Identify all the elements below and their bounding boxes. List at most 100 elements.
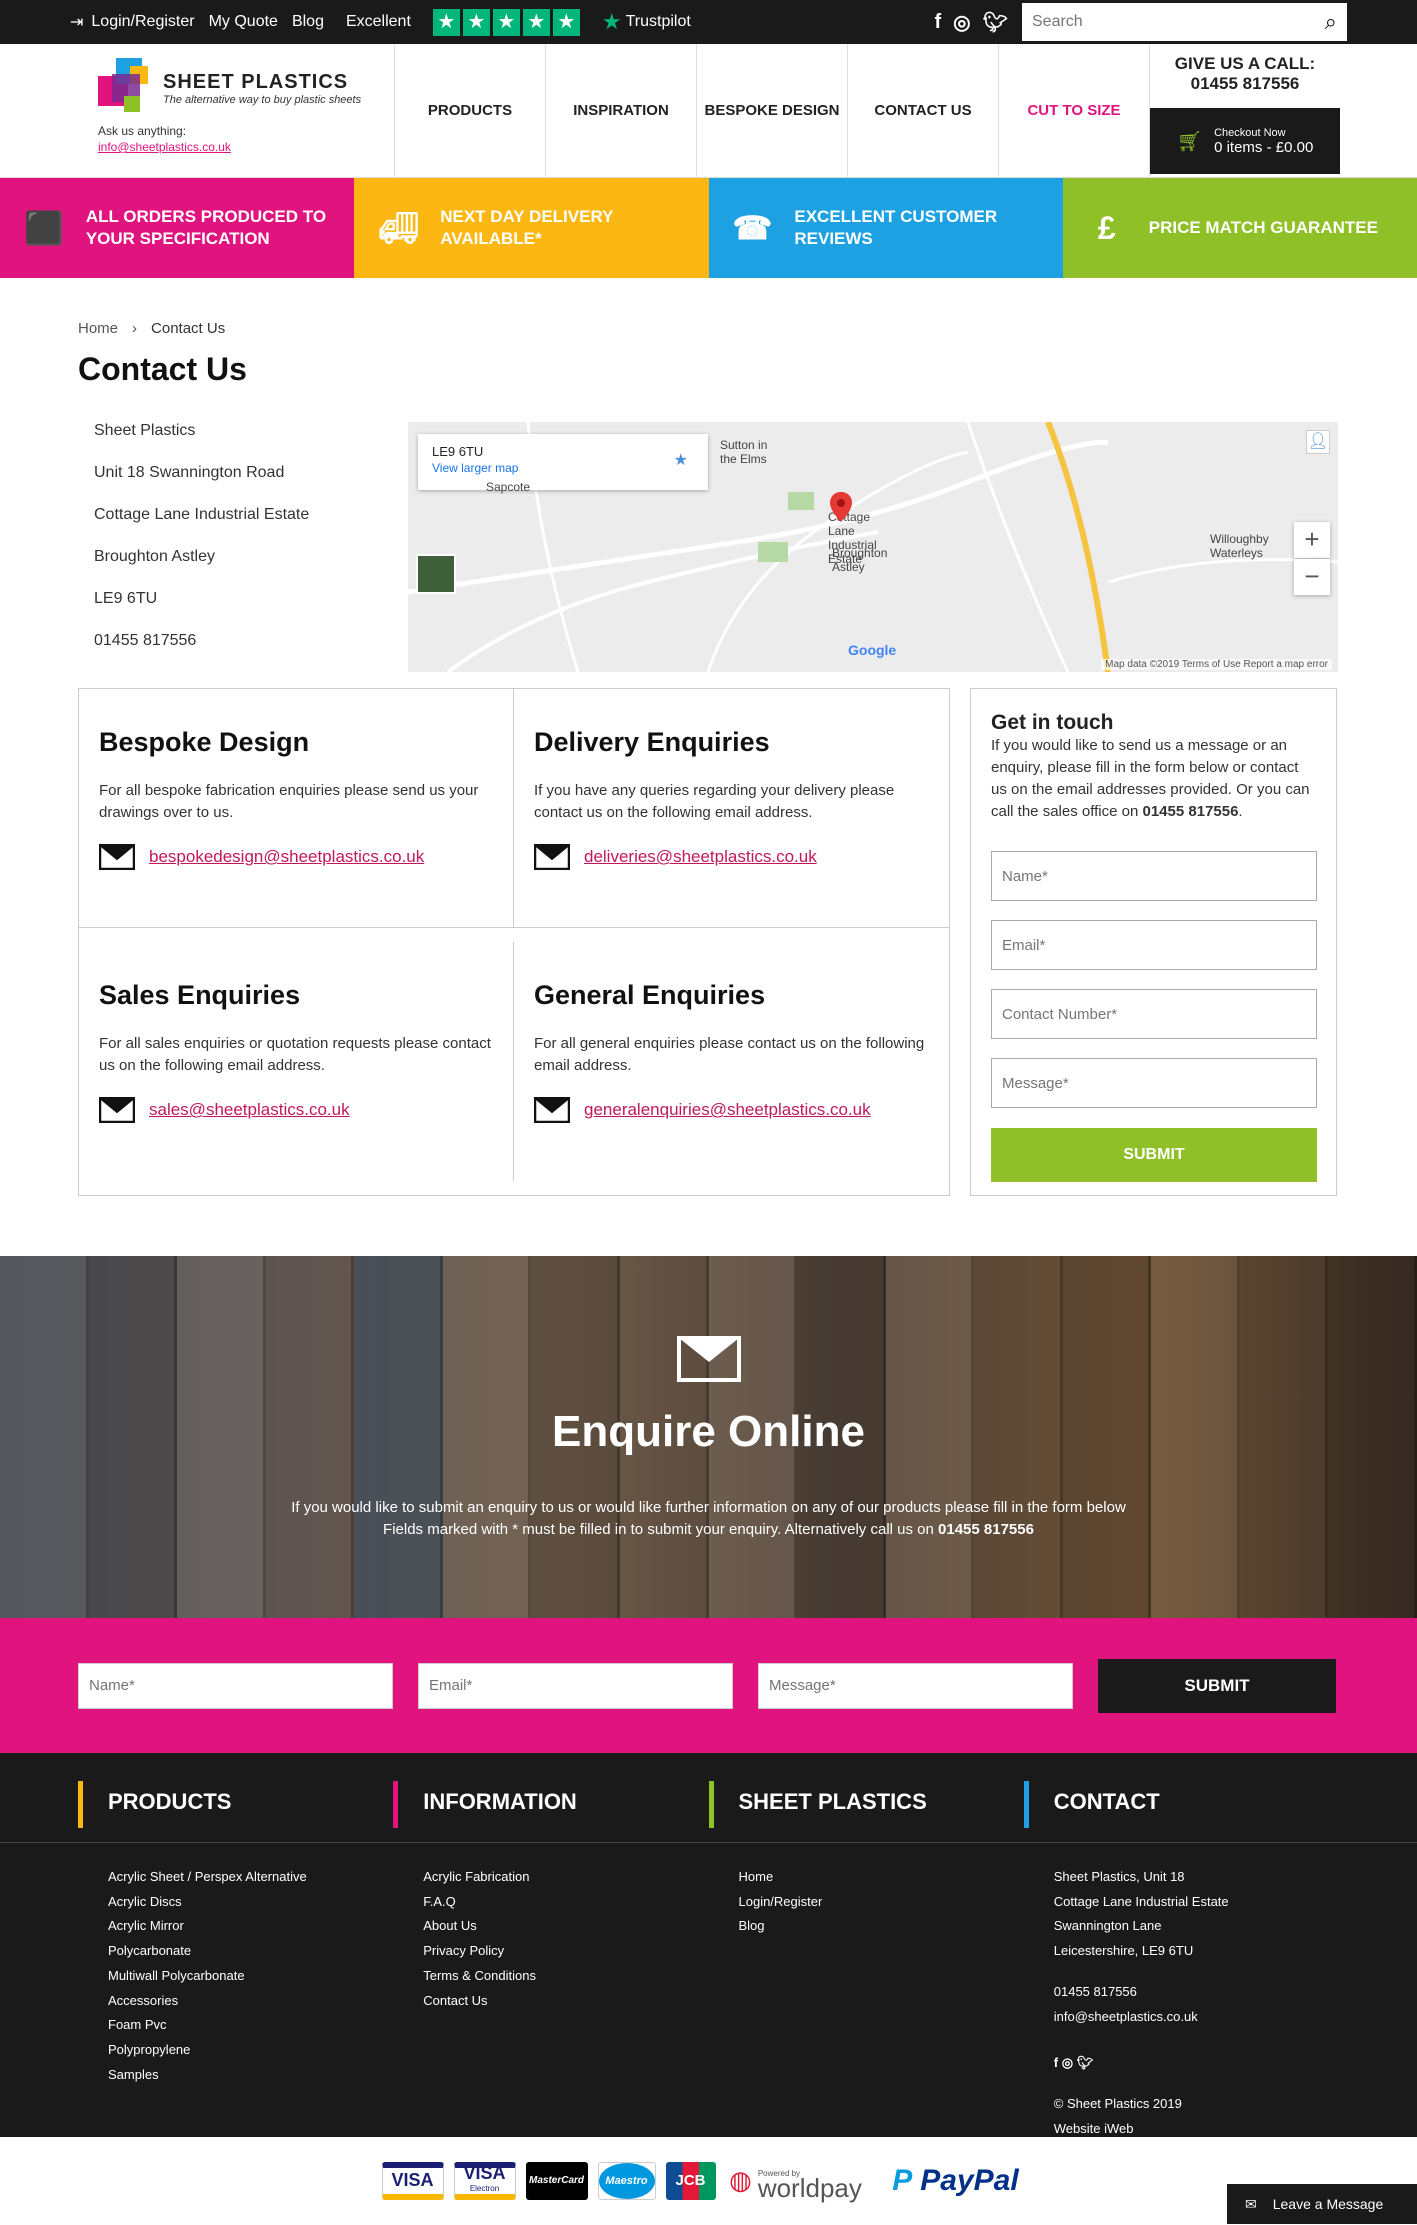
breadcrumb-home[interactable]: Home (78, 320, 118, 337)
blog-link[interactable]: Blog (292, 13, 324, 31)
map-footer[interactable]: Map data ©2019 Terms of Use Report a map… (1101, 659, 1332, 670)
view-larger-map-link[interactable]: View larger map (432, 461, 518, 475)
star-icon: ★ (432, 8, 460, 36)
worldpay-label: worldpay (757, 2172, 862, 2203)
enquiry-text: For all general enquiries please contact… (534, 1035, 925, 1074)
zoom-in-button[interactable]: + (1294, 522, 1330, 558)
usp-reviews: ☎ EXCELLENT CUSTOMER REVIEWS (708, 178, 1063, 278)
email-link[interactable]: generalenquiries@sheetplastics.co.uk (584, 1100, 871, 1120)
footer-link[interactable]: Polycarbonate (108, 1939, 393, 1964)
save-star-icon[interactable]: ★ (674, 450, 688, 470)
star-icon: ★ (462, 8, 490, 36)
visa-logo: VISA (381, 2161, 444, 2200)
quick-message-field[interactable] (758, 1662, 1073, 1709)
leave-message-button[interactable]: ✉ Leave a Message (1227, 2184, 1417, 2224)
trustpilot-stars[interactable]: ★ ★ ★ ★ ★ (432, 8, 580, 36)
map-label: Willoughby Waterleys (1210, 532, 1269, 560)
footer-link[interactable]: Acrylic Sheet / Perspex Alternative (108, 1865, 393, 1890)
footer-link[interactable]: Terms & Conditions (423, 1964, 708, 1989)
my-quote-link[interactable]: My Quote (209, 13, 278, 31)
enquiry-card-delivery: Delivery Enquiries If you have any queri… (514, 689, 949, 928)
quick-name-field[interactable] (78, 1662, 393, 1709)
submit-button[interactable]: SUBMIT (991, 1128, 1317, 1182)
email-link[interactable]: bespokedesign@sheetplastics.co.uk (149, 847, 424, 867)
nav-inspiration[interactable]: INSPIRATION (546, 44, 697, 177)
map-pin-icon[interactable] (830, 492, 852, 522)
footer-phone[interactable]: 01455 817556 (1054, 1980, 1339, 2005)
instagram-icon[interactable]: ◎ (953, 10, 970, 35)
facebook-icon[interactable]: f (1054, 2055, 1058, 2070)
footer-link[interactable]: Login/Register (739, 1890, 1024, 1915)
twitter-icon[interactable]: 🐦︎ (983, 10, 1008, 35)
quick-enquiry-form: SUBMIT (0, 1618, 1417, 1753)
footer-address: Cottage Lane Industrial Estate (1053, 1893, 1229, 1909)
footer-link[interactable]: Home (739, 1865, 1024, 1890)
email-link[interactable]: deliveries@sheetplastics.co.uk (584, 847, 817, 867)
nav-products[interactable]: PRODUCTS (395, 44, 546, 177)
satellite-toggle[interactable] (416, 554, 456, 594)
zoom-out-button[interactable]: − (1294, 559, 1330, 595)
address-line: Cottage Lane Industrial Estate (94, 506, 310, 523)
footer-link[interactable]: Privacy Policy (423, 1939, 708, 1964)
envelope-icon (99, 844, 135, 870)
ask-label: Ask us anything: (98, 124, 187, 138)
footer-link[interactable]: Polypropylene (108, 2038, 393, 2063)
login-link[interactable]: ⇥ Login/Register (70, 12, 195, 32)
jcb-logo: JCB (665, 2161, 716, 2200)
footer-link[interactable]: F.A.Q (423, 1890, 708, 1915)
twitter-icon[interactable]: 🐦︎ (1077, 2055, 1094, 2070)
footer-link[interactable]: About Us (423, 1914, 708, 1939)
enquiries-grid: Bespoke Design For all bespoke fabricati… (78, 688, 950, 1196)
nav-cut-to-size[interactable]: CUT TO SIZE (999, 44, 1150, 177)
footer-link[interactable]: Accessories (108, 1989, 393, 2014)
address-line: Sheet Plastics (94, 422, 196, 439)
footer-link[interactable]: Acrylic Discs (108, 1890, 393, 1915)
facebook-icon[interactable]: f (934, 11, 941, 34)
leave-message-label: Leave a Message (1272, 2196, 1384, 2212)
enquire-online-line: If you would like to submit an enquiry t… (291, 1499, 1126, 1516)
enquire-online-line: Fields marked with * must be filled in t… (383, 1521, 934, 1538)
usp-specification: ⬛ ALL ORDERS PRODUCED TO YOUR SPECIFICAT… (0, 178, 355, 278)
get-in-touch-title: Get in touch (991, 711, 1114, 734)
instagram-icon[interactable]: ◎ (1062, 2055, 1073, 2070)
enquiry-title: Delivery Enquiries (534, 727, 770, 757)
page-title: Contact Us (78, 351, 247, 387)
footer-email[interactable]: info@sheetplastics.co.uk (1054, 2005, 1339, 2030)
quick-email-field[interactable] (418, 1662, 733, 1709)
quick-submit-button[interactable]: SUBMIT (1098, 1658, 1336, 1713)
email-field[interactable] (991, 920, 1317, 970)
call-number[interactable]: 01455 817556 (1191, 74, 1300, 94)
nav-contact-us[interactable]: CONTACT US (848, 44, 999, 177)
footer-link[interactable]: Samples (108, 2063, 393, 2088)
footer-link[interactable]: Contact Us (423, 1989, 708, 2014)
email-link[interactable]: sales@sheetplastics.co.uk (149, 1100, 350, 1120)
brand-tagline: The alternative way to buy plastic sheet… (163, 93, 362, 106)
contact-number-field[interactable] (991, 989, 1317, 1039)
name-field[interactable] (991, 851, 1317, 901)
checkout-label: Checkout Now (1214, 126, 1286, 139)
enquiry-text: For all bespoke fabrication enquiries pl… (99, 782, 479, 821)
footer-link[interactable]: Multiwall Polycarbonate (108, 1964, 393, 1989)
maestro-logo: Maestro (597, 2161, 656, 2200)
chevron-right-icon: › (132, 320, 138, 337)
envelope-icon (676, 1336, 741, 1382)
footer-link[interactable]: Acrylic Mirror (108, 1914, 393, 1939)
footer-link[interactable]: Foam Pvc (108, 2013, 393, 2038)
checkout-button[interactable]: 🛒︎ Checkout Now 0 items - £0.00 (1150, 108, 1340, 174)
login-label: Login/Register (91, 13, 195, 30)
footer-link[interactable]: Blog (739, 1914, 1024, 1939)
search-icon[interactable]: ⌕ (1325, 9, 1337, 35)
enquire-online-title: Enquire Online (552, 1407, 865, 1456)
footer-link[interactable]: Acrylic Fabrication (423, 1865, 708, 1890)
address-block: Sheet Plastics Unit 18 Swannington Road … (78, 422, 408, 674)
google-map[interactable]: LE9 6TU View larger map ★ Sutton in the … (408, 422, 1338, 672)
search-input[interactable] (1032, 13, 1325, 31)
login-icon: ⇥ (70, 14, 84, 31)
trustpilot-logo[interactable]: ★ Trustpilot (602, 9, 691, 35)
nav-bespoke-design[interactable]: BESPOKE DESIGN (697, 44, 848, 177)
logo[interactable]: SHEET PLASTICS The alternative way to bu… (98, 58, 394, 118)
ask-email-link[interactable]: info@sheetplastics.co.uk (98, 140, 231, 154)
copyright: © Sheet Plastics 2019 (1053, 2095, 1182, 2111)
pegman-icon[interactable]: 👤︎ (1306, 430, 1330, 454)
message-field[interactable] (991, 1058, 1317, 1108)
